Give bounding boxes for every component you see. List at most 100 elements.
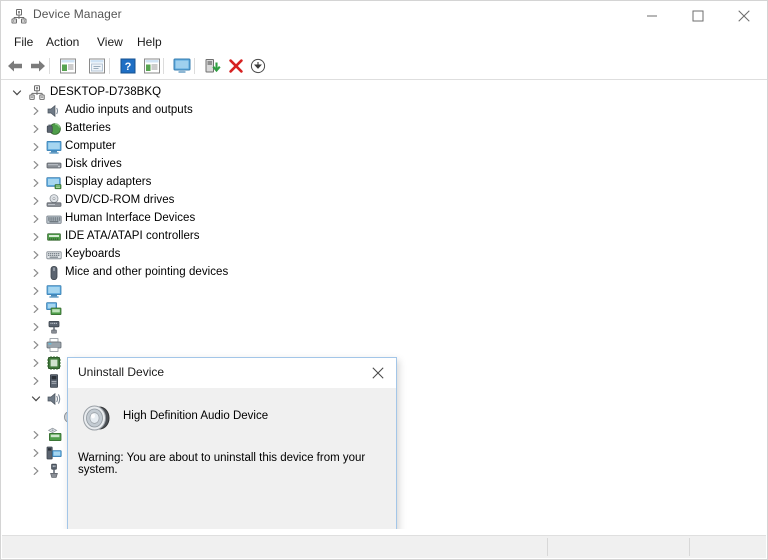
chevron-right-icon[interactable] [31, 124, 41, 134]
chevron-right-icon[interactable] [31, 214, 41, 224]
sound-icon [46, 391, 62, 407]
status-bar [2, 535, 766, 558]
window-title: Device Manager [33, 7, 122, 21]
forward-arrow-icon[interactable] [28, 56, 48, 76]
tree-row-network-adapters[interactable] [2, 300, 766, 318]
speaker-device-icon [80, 401, 114, 435]
ports-icon [46, 319, 62, 335]
computer-node-icon [29, 85, 45, 101]
tree-row-ide-ata-atapi-controllers[interactable]: IDE ATA/ATAPI controllers [2, 228, 766, 246]
chevron-right-icon[interactable] [31, 304, 41, 314]
tree-row-audio-inputs-and-outputs[interactable]: Audio inputs and outputs [2, 102, 766, 120]
menu-bar: File Action View Help [1, 31, 767, 53]
device-manager-window: Device Manager File Action View Help ? D… [0, 0, 768, 560]
tree-row-display-adapters[interactable]: Display adapters [2, 174, 766, 192]
chevron-right-icon[interactable] [31, 160, 41, 170]
minimize-button[interactable] [629, 1, 675, 31]
dialog-close-button[interactable] [360, 358, 396, 388]
chevron-right-icon[interactable] [31, 340, 41, 350]
monitor-icon [46, 283, 62, 299]
dialog-title: Uninstall Device [78, 365, 165, 379]
tree-row-disk-drives[interactable]: Disk drives [2, 156, 766, 174]
chevron-right-icon[interactable] [31, 142, 41, 152]
menu-item-file[interactable]: File [9, 34, 38, 50]
chevron-right-icon[interactable] [31, 448, 41, 458]
computer-icon [46, 139, 62, 155]
status-separator [547, 538, 548, 556]
chevron-right-icon[interactable] [31, 178, 41, 188]
tree-label: DVD/CD-ROM drives [65, 194, 175, 206]
toolbar-separator [49, 58, 50, 74]
chevron-right-icon[interactable] [31, 286, 41, 296]
tree-row-ports[interactable] [2, 318, 766, 336]
speaker-icon [46, 103, 62, 119]
chevron-right-icon[interactable] [31, 376, 41, 386]
toolbar: ? [1, 53, 767, 80]
tree-row-monitors[interactable] [2, 282, 766, 300]
disable-device-icon[interactable] [248, 56, 268, 76]
chevron-down-icon[interactable] [31, 394, 41, 404]
chevron-right-icon[interactable] [31, 358, 41, 368]
battery-icon [46, 121, 62, 137]
printqueue-icon [46, 337, 62, 353]
menu-item-help[interactable]: Help [132, 34, 167, 50]
dialog-warning-text: Warning: You are about to uninstall this… [78, 452, 366, 476]
add-legacy-device-icon[interactable] [203, 56, 223, 76]
chevron-right-icon[interactable] [31, 322, 41, 332]
dvd-icon [46, 193, 62, 209]
tree-row-print-queues[interactable] [2, 336, 766, 354]
tree-label: Display adapters [65, 176, 152, 188]
hid-icon [46, 211, 62, 227]
toolbar-separator [163, 58, 164, 74]
tree-label: Disk drives [65, 158, 122, 170]
chevron-right-icon[interactable] [31, 268, 41, 278]
help-icon[interactable]: ? [118, 56, 138, 76]
display-icon [46, 175, 62, 191]
tree-label: Audio inputs and outputs [65, 104, 193, 116]
tree-row-mice-and-other-pointing-devices[interactable]: Mice and other pointing devices [2, 264, 766, 282]
storage-icon [46, 373, 62, 389]
tree-row-human-interface-devices[interactable]: Human Interface Devices [2, 210, 766, 228]
processor-icon [46, 355, 62, 371]
systemdev-icon [46, 445, 62, 461]
toolbar-separator [194, 58, 195, 74]
update-driver-icon[interactable] [87, 56, 107, 76]
maximize-button[interactable] [675, 1, 721, 31]
close-button[interactable] [721, 1, 767, 31]
tree-row-batteries[interactable]: Batteries [2, 120, 766, 138]
menu-item-view[interactable]: View [92, 34, 128, 50]
svg-text:?: ? [125, 61, 132, 73]
network-icon [46, 301, 62, 317]
uninstall-device-dialog: Uninstall Device High Definition Audio D… [67, 357, 397, 529]
chevron-right-icon[interactable] [31, 430, 41, 440]
tree-label: Mice and other pointing devices [65, 266, 229, 278]
tree-row-computer[interactable]: Computer [2, 138, 766, 156]
tree-row-dvd-cd-rom-drives[interactable]: DVD/CD-ROM drives [2, 192, 766, 210]
dialog-body: High Definition Audio Device Warning: Yo… [68, 388, 396, 529]
tree-row-root[interactable]: DESKTOP-D738BKQ [2, 84, 766, 102]
device-tree[interactable]: DESKTOP-D738BKQ Audio inputs and outputs [2, 80, 766, 529]
menu-item-action[interactable]: Action [41, 34, 84, 50]
uninstall-device-icon[interactable] [226, 56, 246, 76]
chevron-down-icon[interactable] [12, 88, 22, 98]
scan-hardware-icon[interactable] [172, 56, 192, 76]
mouse-icon [46, 265, 62, 281]
tree-row-keyboards[interactable]: Keyboards [2, 246, 766, 264]
chevron-right-icon[interactable] [31, 232, 41, 242]
chevron-right-icon[interactable] [31, 106, 41, 116]
show-hidden-devices-icon[interactable] [142, 56, 162, 76]
ide-icon [46, 229, 62, 245]
status-separator [689, 538, 690, 556]
usb-icon [46, 463, 62, 479]
properties-icon[interactable] [58, 56, 78, 76]
chevron-right-icon[interactable] [31, 196, 41, 206]
tree-label-root: DESKTOP-D738BKQ [50, 86, 162, 98]
chevron-right-icon[interactable] [31, 250, 41, 260]
tree-label: Human Interface Devices [65, 212, 196, 224]
back-arrow-icon[interactable] [5, 56, 25, 76]
tree-label: Batteries [65, 122, 111, 134]
chevron-right-icon[interactable] [31, 466, 41, 476]
toolbar-separator [109, 58, 110, 74]
device-manager-icon [11, 8, 27, 24]
tree-label: Keyboards [65, 248, 121, 260]
